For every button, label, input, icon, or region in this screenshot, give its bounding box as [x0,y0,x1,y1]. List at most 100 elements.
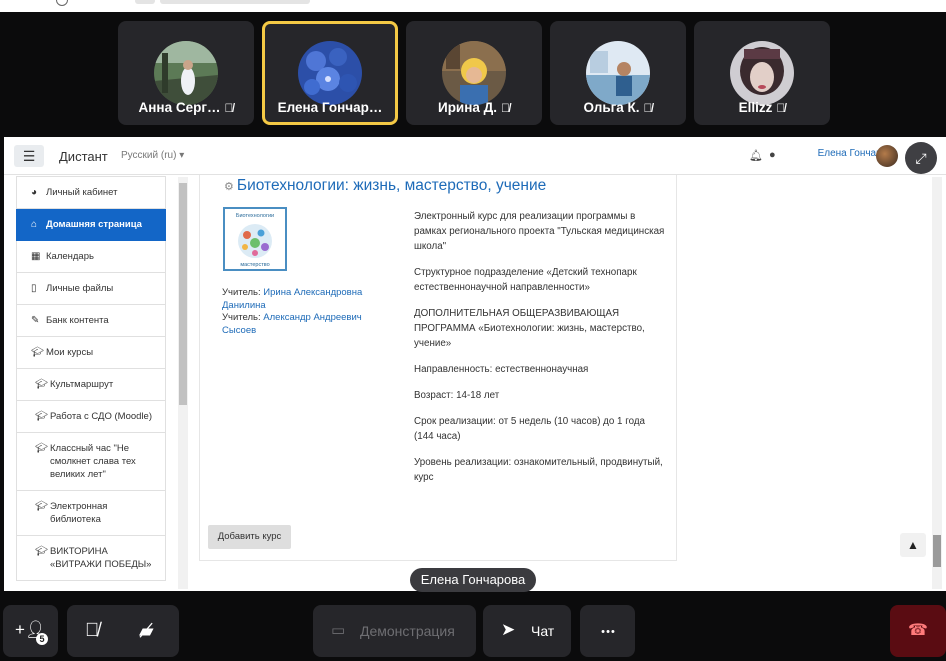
more-options-button[interactable]: • • • [580,605,635,657]
course-description-paragraph: Уровень реализации: ознакомительный, про… [414,457,663,483]
course-image-caption: Биотехнологии [236,213,274,219]
back-to-top-icon[interactable]: ▲ [900,533,926,557]
participant-name: Анна Серг… [138,100,221,115]
moodle-navbar: ☰ Дистант Русский (ru) ▾ 🔔︎ ● Елена Гонч… [4,137,946,175]
mic-off-icon: 🎙̸ [501,101,511,115]
avatar [442,41,506,105]
site-name[interactable]: Дистант [59,149,108,164]
participant-tiles: Анна Серг… 🎙̸ Елена Гончар… Ирина Д. 🎙̸ … [0,21,946,127]
sidebar-item-calendar[interactable]: ▦ Календарь [16,241,166,273]
graduation-cap-icon: 🎓︎ [35,546,48,557]
graduation-cap-icon: 🎓︎ [35,443,48,454]
scrollbar-thumb[interactable] [179,183,187,405]
mic-off-icon: 🎙̸ [643,101,653,115]
presenter-name-label: Елена Гончарова [410,568,536,592]
course-teachers: Учитель: Ирина Александровна Данилина Уч… [222,287,382,337]
sidebar-item-course[interactable]: 🎓︎ Классный час "Не смолкнет слава тех ве… [16,433,166,491]
avatar [298,41,362,105]
mic-off-icon: 🎙̸ [224,101,234,115]
chat-label: Чат [531,623,555,639]
course-image[interactable]: Биотехнологии мастерство [223,207,287,271]
sidebar-item-my-courses[interactable]: 🎓︎ Мои курсы [16,337,166,369]
sidebar-item-label: Мои курсы [46,347,94,358]
participant-tile[interactable]: Ellizz 🎙̸ [694,21,830,125]
course-description: Электронный курс для реализации программ… [414,209,666,496]
bell-icon[interactable]: 🔔︎ [749,149,763,162]
participants-button[interactable]: +👤︎ 5 [3,605,58,657]
file-icon: ▯ [31,283,37,294]
participants-count-badge: 5 [36,633,48,645]
browser-info-icon [56,0,68,6]
sidebar-item-label: Банк контента [46,315,109,326]
send-icon: ➤ [501,620,516,639]
course-description-paragraph: Срок реализации: от 5 недель (10 часов) … [414,416,645,442]
add-course-button[interactable]: Добавить курс [208,525,291,549]
menu-toggle-button[interactable]: ☰ [14,145,44,167]
scrollbar-thumb[interactable] [933,535,941,567]
expand-icon[interactable]: ⤢ [905,142,937,174]
graduation-cap-icon: 🎓︎ [35,379,48,390]
course-title-link[interactable]: Биотехнологии: жизнь, мастерство, учение [237,177,546,194]
sidebar-item-label: Личные файлы [46,283,114,294]
main-scrollbar[interactable] [932,177,942,589]
course-image-caption: мастерство [240,262,269,268]
sidebar-item-course[interactable]: 🎓︎ Работа с СДО (Moodle) [16,401,166,433]
sidebar-scrollbar[interactable] [178,177,188,589]
sidebar-item-course[interactable]: 🎓︎ ВИКТОРИНА «ВИТРАЖИ ПОБЕДЫ» [16,536,166,581]
top-strip [0,0,946,12]
sidebar-item-label: Домашняя страница [46,219,142,230]
language-menu[interactable]: Русский (ru) ▾ [121,150,184,161]
mic-off-icon: 🎙̸ [776,101,786,115]
more-dots-icon: • • • [601,626,615,638]
moodle-sidebar: ◕ Личный кабинет ⌂ Домашняя страница ▦ Кале… [16,176,166,590]
course-description-paragraph: Возраст: 14-18 лет [414,390,500,401]
avatar [586,41,650,105]
sidebar-item-label: ВИКТОРИНА «ВИТРАЖИ ПОБЕДЫ» [50,546,152,570]
shared-screen: ☰ Дистант Русский (ru) ▾ 🔔︎ ● Елена Гонч… [4,137,946,591]
avatar [730,41,794,105]
participant-name: Ольга К. [583,100,640,115]
camera-off-icon[interactable]: ▰̸ [139,620,154,643]
screen-share-button[interactable]: ▭ Демонстрация [313,605,476,657]
sidebar-item-dashboard[interactable]: ◕ Личный кабинет [16,176,166,209]
browser-address-fragment [160,0,310,4]
graduation-cap-icon: 🎓︎ [35,411,48,422]
screen-share-icon: ▭ [331,622,346,639]
participant-name: Елена Гончар… [277,100,383,115]
sidebar-item-home[interactable]: ⌂ Домашняя страница [16,209,166,241]
participant-tile-active[interactable]: Елена Гончар… [262,21,398,125]
phone-hangup-icon: ☎︎ [908,622,928,639]
mic-off-icon[interactable]: 🎙̸ [85,620,99,642]
gear-icon: ⚙︎ [224,181,237,193]
sidebar-item-label: Работа с СДО (Moodle) [50,411,152,422]
participant-tile[interactable]: Анна Серг… 🎙̸ [118,21,254,125]
brush-icon: ✎ [31,315,40,326]
sidebar-item-course[interactable]: 🎓︎ Культмаршрут [16,369,166,401]
course-description-paragraph: Направленность: естественнонаучная [414,364,589,375]
screen-share-label: Демонстрация [360,623,455,639]
media-controls: 🎙̸ ▰̸ [67,605,179,657]
graduation-cap-icon: 🎓︎ [31,347,44,358]
sidebar-item-label: Календарь [46,251,94,262]
course-card: ⚙︎ Биотехнологии: жизнь, мастерство, уче… [199,175,677,561]
chat-bubble-icon[interactable]: ● [769,149,776,161]
graduation-cap-icon: 🎓︎ [35,501,48,512]
course-description-paragraph: ДОПОЛНИТЕЛЬНАЯ ОБЩЕРАЗВИВАЮЩАЯ ПРОГРАММА… [414,308,645,349]
teacher-label: Учитель: [222,287,261,298]
dashboard-icon: ◕ [31,187,38,198]
home-icon: ⌂ [31,219,38,230]
browser-address-fragment [135,0,155,4]
user-avatar[interactable] [876,145,898,167]
sidebar-item-label: Личный кабинет [46,187,118,198]
participant-tile[interactable]: Ольга К. 🎙̸ [550,21,686,125]
sidebar-item-label: Культмаршрут [50,379,114,390]
participant-tile[interactable]: Ирина Д. 🎙̸ [406,21,542,125]
sidebar-item-course[interactable]: 🎓︎ Электронная библиотека [16,491,166,536]
sidebar-item-label: Электронная библиотека [50,501,108,525]
sidebar-item-content-bank[interactable]: ✎ Банк контента [16,305,166,337]
chat-button[interactable]: ➤ Чат [483,605,571,657]
sidebar-item-files[interactable]: ▯ Личные файлы [16,273,166,305]
course-description-paragraph: Электронный курс для реализации программ… [414,211,665,252]
hang-up-button[interactable]: ☎︎ [890,605,946,657]
teacher-label: Учитель: [222,312,261,323]
